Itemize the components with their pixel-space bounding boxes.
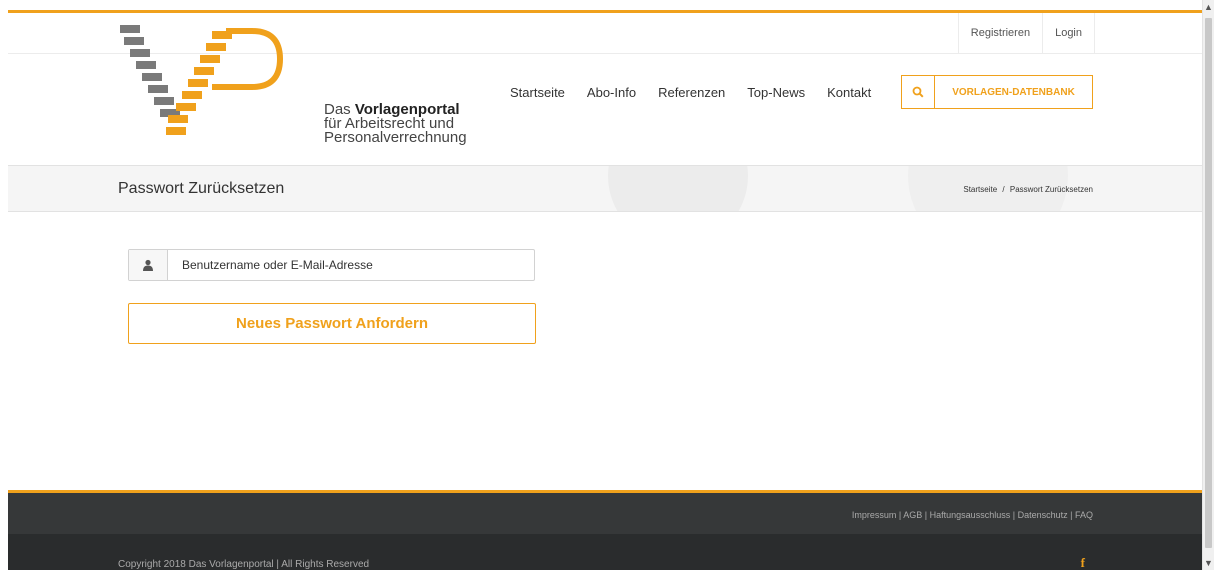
page-title-bar: Passwort Zurücksetzen Startseite / Passw… <box>8 165 1203 212</box>
scroll-down-arrow-icon[interactable]: ▼ <box>1203 556 1214 570</box>
vorlagen-datenbank-button[interactable]: VORLAGEN-DATENBANK <box>901 75 1093 109</box>
username-email-input[interactable] <box>168 250 534 280</box>
scroll-up-arrow-icon[interactable]: ▲ <box>1203 0 1214 14</box>
footer-copyright-bar: Copyright 2018 Das Vorlagenportal | All … <box>8 534 1203 570</box>
username-field-group <box>128 249 535 281</box>
nav-referenzen[interactable]: Referenzen <box>658 85 725 100</box>
nav-abo-info[interactable]: Abo-Info <box>587 85 636 100</box>
search-icon[interactable] <box>902 76 935 108</box>
footer-widgets: Impressum | AGB | Haftungsausschluss | D… <box>8 490 1203 534</box>
nav-kontakt[interactable]: Kontakt <box>827 85 871 100</box>
breadcrumb-separator: / <box>1002 185 1005 194</box>
footer-separator: | <box>1012 510 1016 520</box>
footer-links: Impressum | AGB | Haftungsausschluss | D… <box>852 510 1093 520</box>
footer-link-impressum[interactable]: Impressum <box>852 510 897 520</box>
decorative-circle <box>608 166 748 211</box>
footer-separator: | <box>924 510 928 520</box>
site-logo[interactable]: Das Vorlagenportal für Arbeitsrecht und … <box>120 25 467 150</box>
logo-text: Das Vorlagenportal für Arbeitsrecht und … <box>324 102 467 146</box>
page-scrollbar[interactable]: ▲ ▼ <box>1202 0 1214 570</box>
footer-link-faq[interactable]: FAQ <box>1075 510 1093 520</box>
login-link[interactable]: Login <box>1042 13 1095 53</box>
scrollbar-thumb[interactable] <box>1205 18 1212 548</box>
copyright-text: Copyright 2018 Das Vorlagenportal | All … <box>118 559 370 570</box>
breadcrumb: Startseite / Passwort Zurücksetzen <box>963 185 1093 194</box>
footer-separator: | <box>898 510 902 520</box>
footer-link-agb[interactable]: AGB <box>903 510 922 520</box>
breadcrumb-home[interactable]: Startseite <box>963 185 997 194</box>
breadcrumb-current: Passwort Zurücksetzen <box>1009 185 1093 194</box>
secondary-nav-links: Registrieren Login <box>957 13 1095 53</box>
nav-top-news[interactable]: Top-News <box>747 85 805 100</box>
footer-separator: | <box>1070 510 1073 520</box>
vorlagen-datenbank-label: VORLAGEN-DATENBANK <box>952 86 1075 98</box>
request-password-button[interactable]: Neues Passwort Anfordern <box>128 303 536 344</box>
nav-startseite[interactable]: Startseite <box>510 85 565 100</box>
footer-link-haftungsausschluss[interactable]: Haftungsausschluss <box>930 510 1011 520</box>
logo-line3: Personalverrechnung <box>324 129 467 146</box>
footer-link-datenschutz[interactable]: Datenschutz <box>1018 510 1068 520</box>
site-header: Registrieren Login Das Vorlagenportal fü… <box>8 13 1203 165</box>
user-icon <box>129 250 168 280</box>
page-title: Passwort Zurücksetzen <box>118 180 285 197</box>
main-nav: Startseite Abo-Info Referenzen Top-News … <box>510 85 893 100</box>
register-link[interactable]: Registrieren <box>957 13 1042 53</box>
facebook-icon[interactable]: f <box>1081 555 1085 571</box>
